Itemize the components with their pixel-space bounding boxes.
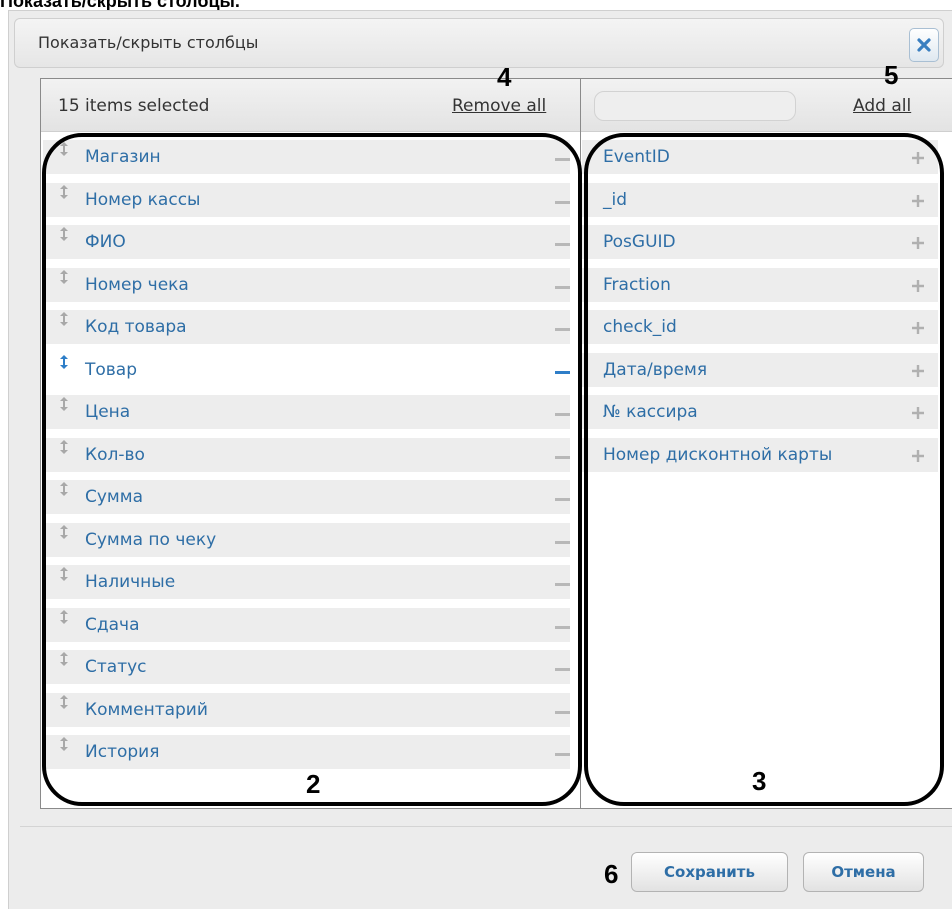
search-input[interactable]	[594, 91, 796, 121]
footer-divider	[20, 826, 952, 827]
save-button[interactable]: Сохранить	[631, 852, 788, 892]
annotation-number-3: 3	[752, 766, 767, 796]
remove-all-link[interactable]: Remove all	[452, 96, 546, 116]
annotation-number-2: 2	[306, 769, 321, 799]
cancel-button[interactable]: Отмена	[803, 852, 924, 892]
annotation-outline-2	[42, 133, 582, 806]
selected-count: 15 items selected	[58, 96, 210, 116]
add-all-link[interactable]: Add all	[853, 96, 911, 116]
dialog-title: Показать/скрыть столбцы	[38, 33, 259, 52]
close-x-icon	[917, 38, 931, 52]
annotation-number-5: 5	[884, 60, 899, 90]
annotation-number-4: 4	[497, 62, 512, 92]
close-button[interactable]	[909, 28, 939, 62]
annotation-number-6: 6	[604, 859, 619, 889]
annotation-outline-3	[584, 133, 944, 806]
